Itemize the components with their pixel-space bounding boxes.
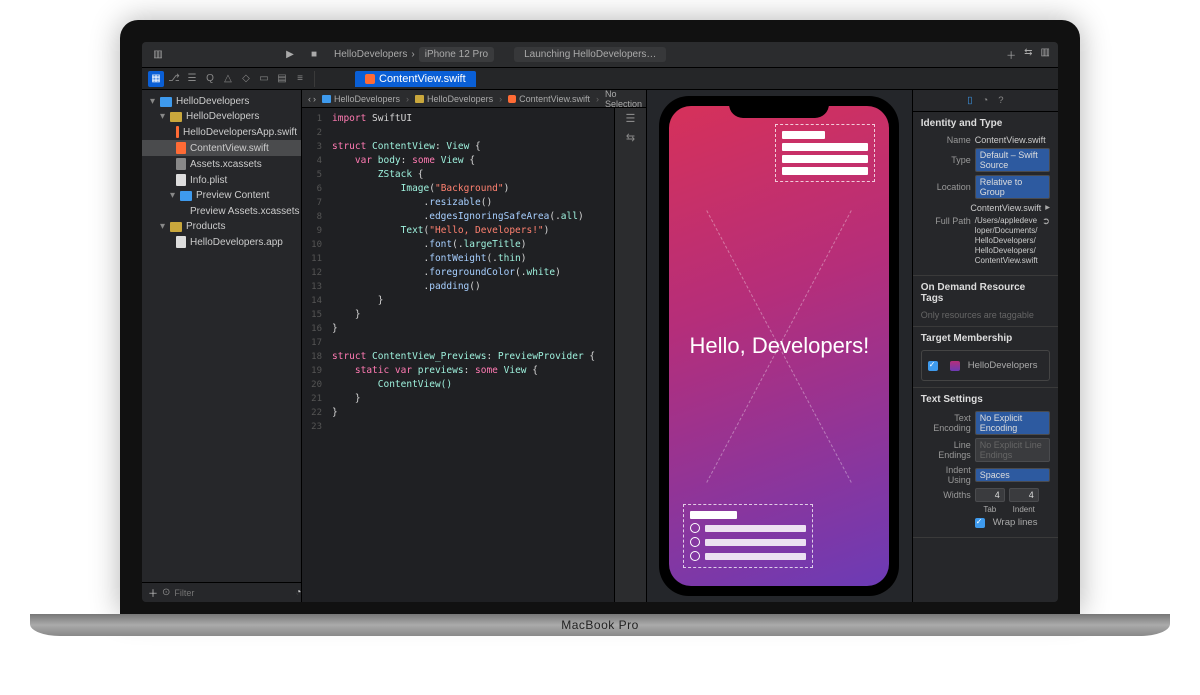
assets-icon bbox=[176, 158, 186, 170]
report-navigator-icon[interactable]: ≡ bbox=[292, 71, 308, 87]
tree-file[interactable]: Preview Assets.xcassets bbox=[142, 203, 301, 219]
identity-section: Identity and Type NameContentView.swift … bbox=[913, 112, 1058, 276]
forward-icon[interactable]: › bbox=[313, 94, 316, 104]
placeholder-bottom bbox=[683, 504, 813, 568]
wrap-checkbox[interactable] bbox=[975, 518, 985, 528]
encoding-select[interactable]: No Explicit Encoding bbox=[975, 411, 1050, 435]
plus-icon[interactable]: ＋ bbox=[1006, 47, 1016, 62]
folder-icon bbox=[180, 191, 192, 201]
app-icon bbox=[950, 361, 960, 371]
name-field[interactable]: ContentView.swift bbox=[975, 135, 1050, 145]
ondemand-section: On Demand Resource Tags Only resources a… bbox=[913, 276, 1058, 327]
scheme-device: iPhone 12 Pro bbox=[425, 49, 488, 60]
folder-browse-icon[interactable]: ▸ bbox=[1045, 202, 1050, 213]
code-editor: ‹ › HelloDevelopers› HelloDevelopers› Co… bbox=[302, 90, 646, 602]
filter-input[interactable] bbox=[174, 588, 291, 598]
laptop-frame: ▥ ▶ ■ HelloDevelopers › iPhone 12 Pro La… bbox=[120, 20, 1080, 636]
test-navigator-icon[interactable]: ◇ bbox=[238, 71, 254, 87]
tab-width-input[interactable]: 4 bbox=[975, 488, 1005, 502]
back-icon[interactable]: ‹ bbox=[308, 94, 311, 104]
add-icon[interactable]: ＋ bbox=[148, 585, 158, 600]
tree-file-selected[interactable]: ContentView.swift bbox=[142, 140, 301, 156]
reveal-icon[interactable]: ➲ bbox=[1042, 216, 1050, 227]
project-icon bbox=[160, 97, 172, 107]
scheme-project: HelloDevelopers bbox=[334, 49, 407, 60]
tree-file[interactable]: Info.plist bbox=[142, 172, 301, 188]
navigator-selector: ▦ ⎇ ☰ Q △ ◇ ▭ ▤ ≡ bbox=[142, 71, 315, 87]
inspector-tabs: ▯ ◔ ? bbox=[913, 90, 1058, 112]
screen-bezel: ▥ ▶ ■ HelloDevelopers › iPhone 12 Pro La… bbox=[120, 20, 1080, 614]
issue-navigator-icon[interactable]: △ bbox=[220, 71, 236, 87]
app-icon bbox=[176, 236, 186, 248]
editor-layout-icon[interactable]: ☰ bbox=[626, 112, 636, 125]
phone-frame: Hello, Developers! bbox=[659, 96, 899, 596]
app-preview: Hello, Developers! bbox=[669, 106, 889, 586]
symbol-navigator-icon[interactable]: ☰ bbox=[184, 71, 200, 87]
tree-root[interactable]: ▾HelloDevelopers bbox=[142, 94, 301, 109]
navigator-footer: ＋ ⊙ ◔ ▭ bbox=[142, 582, 301, 602]
scheme-selector[interactable]: HelloDevelopers › iPhone 12 Pro bbox=[334, 47, 494, 62]
file-inspector-icon[interactable]: ▯ bbox=[967, 95, 972, 106]
file-tree: ▾HelloDevelopers ▾HelloDevelopers HelloD… bbox=[142, 90, 301, 582]
folder-icon bbox=[170, 112, 182, 122]
inspector-toggle-icon[interactable]: ▥ bbox=[1041, 47, 1050, 62]
debug-navigator-icon[interactable]: ▭ bbox=[256, 71, 272, 87]
source-code[interactable]: import SwiftUI struct ContentView: View … bbox=[328, 108, 614, 602]
tree-folder[interactable]: ▾Products bbox=[142, 219, 301, 234]
project-navigator: ▾HelloDevelopers ▾HelloDevelopers HelloD… bbox=[142, 90, 302, 602]
swift-file-icon bbox=[176, 142, 186, 154]
swift-file-icon bbox=[508, 95, 516, 103]
tree-file[interactable]: Assets.xcassets bbox=[142, 156, 301, 172]
swift-file-icon bbox=[365, 74, 375, 84]
membership-section: Target Membership HelloDevelopers bbox=[913, 327, 1058, 388]
indent-width-input[interactable]: 4 bbox=[1009, 488, 1039, 502]
history-inspector-icon[interactable]: ◔ bbox=[982, 95, 988, 106]
lineendings-select[interactable]: No Explicit Line Endings bbox=[975, 438, 1050, 462]
plist-icon bbox=[176, 174, 186, 186]
folder-icon bbox=[170, 222, 182, 232]
target-checkbox[interactable] bbox=[928, 361, 938, 371]
tree-folder[interactable]: ▾Preview Content bbox=[142, 188, 301, 203]
tree-file[interactable]: HelloDevelopersApp.swift bbox=[142, 124, 301, 140]
placeholder-top bbox=[775, 124, 875, 182]
help-inspector-icon[interactable]: ? bbox=[998, 95, 1003, 106]
inspector: ▯ ◔ ? Identity and Type NameContentView.… bbox=[912, 90, 1058, 602]
activity-status: Launching HelloDevelopers… bbox=[514, 47, 666, 62]
folder-icon bbox=[415, 95, 424, 103]
preview-text: Hello, Developers! bbox=[690, 333, 870, 359]
full-path: /Users/appledeveloper/Documents/HelloDev… bbox=[975, 216, 1038, 266]
sidebar-toggle-icon[interactable]: ▥ bbox=[148, 45, 168, 65]
find-navigator-icon[interactable]: Q bbox=[202, 71, 218, 87]
editor-tab[interactable]: ContentView.swift bbox=[355, 71, 476, 87]
phone-notch bbox=[729, 96, 829, 118]
project-navigator-icon[interactable]: ▦ bbox=[148, 71, 164, 87]
run-button[interactable]: ▶ bbox=[280, 45, 300, 65]
library-icon[interactable]: ⇆ bbox=[1024, 47, 1032, 62]
adjust-icon[interactable]: ⇆ bbox=[626, 131, 635, 144]
editor-options: ☰ ⇆ bbox=[614, 108, 646, 602]
preview-canvas[interactable]: Hello, Developers! bbox=[646, 90, 912, 602]
text-settings-section: Text Settings Text EncodingNo Explicit E… bbox=[913, 388, 1058, 538]
type-select[interactable]: Default – Swift Source bbox=[975, 148, 1050, 172]
jump-bar[interactable]: ‹ › HelloDevelopers› HelloDevelopers› Co… bbox=[302, 90, 646, 108]
toolbar: ▥ ▶ ■ HelloDevelopers › iPhone 12 Pro La… bbox=[142, 42, 1058, 68]
location-select[interactable]: Relative to Group bbox=[975, 175, 1050, 199]
project-icon bbox=[322, 95, 331, 103]
tree-folder[interactable]: ▾HelloDevelopers bbox=[142, 109, 301, 124]
breakpoint-navigator-icon[interactable]: ▤ bbox=[274, 71, 290, 87]
filter-icon: ⊙ bbox=[162, 587, 170, 598]
laptop-hinge: MacBook Pro bbox=[30, 614, 1170, 636]
tab-bar: ▦ ⎇ ☰ Q △ ◇ ▭ ▤ ≡ ContentView.swift bbox=[142, 68, 1058, 90]
stop-button[interactable]: ■ bbox=[304, 45, 324, 65]
chevron-right-icon: › bbox=[411, 49, 414, 60]
line-gutter: 1234567891011121314151617181920212223 bbox=[302, 108, 328, 602]
clock-icon[interactable]: ◔ bbox=[295, 587, 301, 598]
indent-select[interactable]: Spaces bbox=[975, 468, 1050, 482]
source-control-icon[interactable]: ⎇ bbox=[166, 71, 182, 87]
swift-file-icon bbox=[176, 126, 179, 138]
xcode-window: ▥ ▶ ■ HelloDevelopers › iPhone 12 Pro La… bbox=[142, 42, 1058, 602]
tree-file[interactable]: HelloDevelopers.app bbox=[142, 234, 301, 250]
